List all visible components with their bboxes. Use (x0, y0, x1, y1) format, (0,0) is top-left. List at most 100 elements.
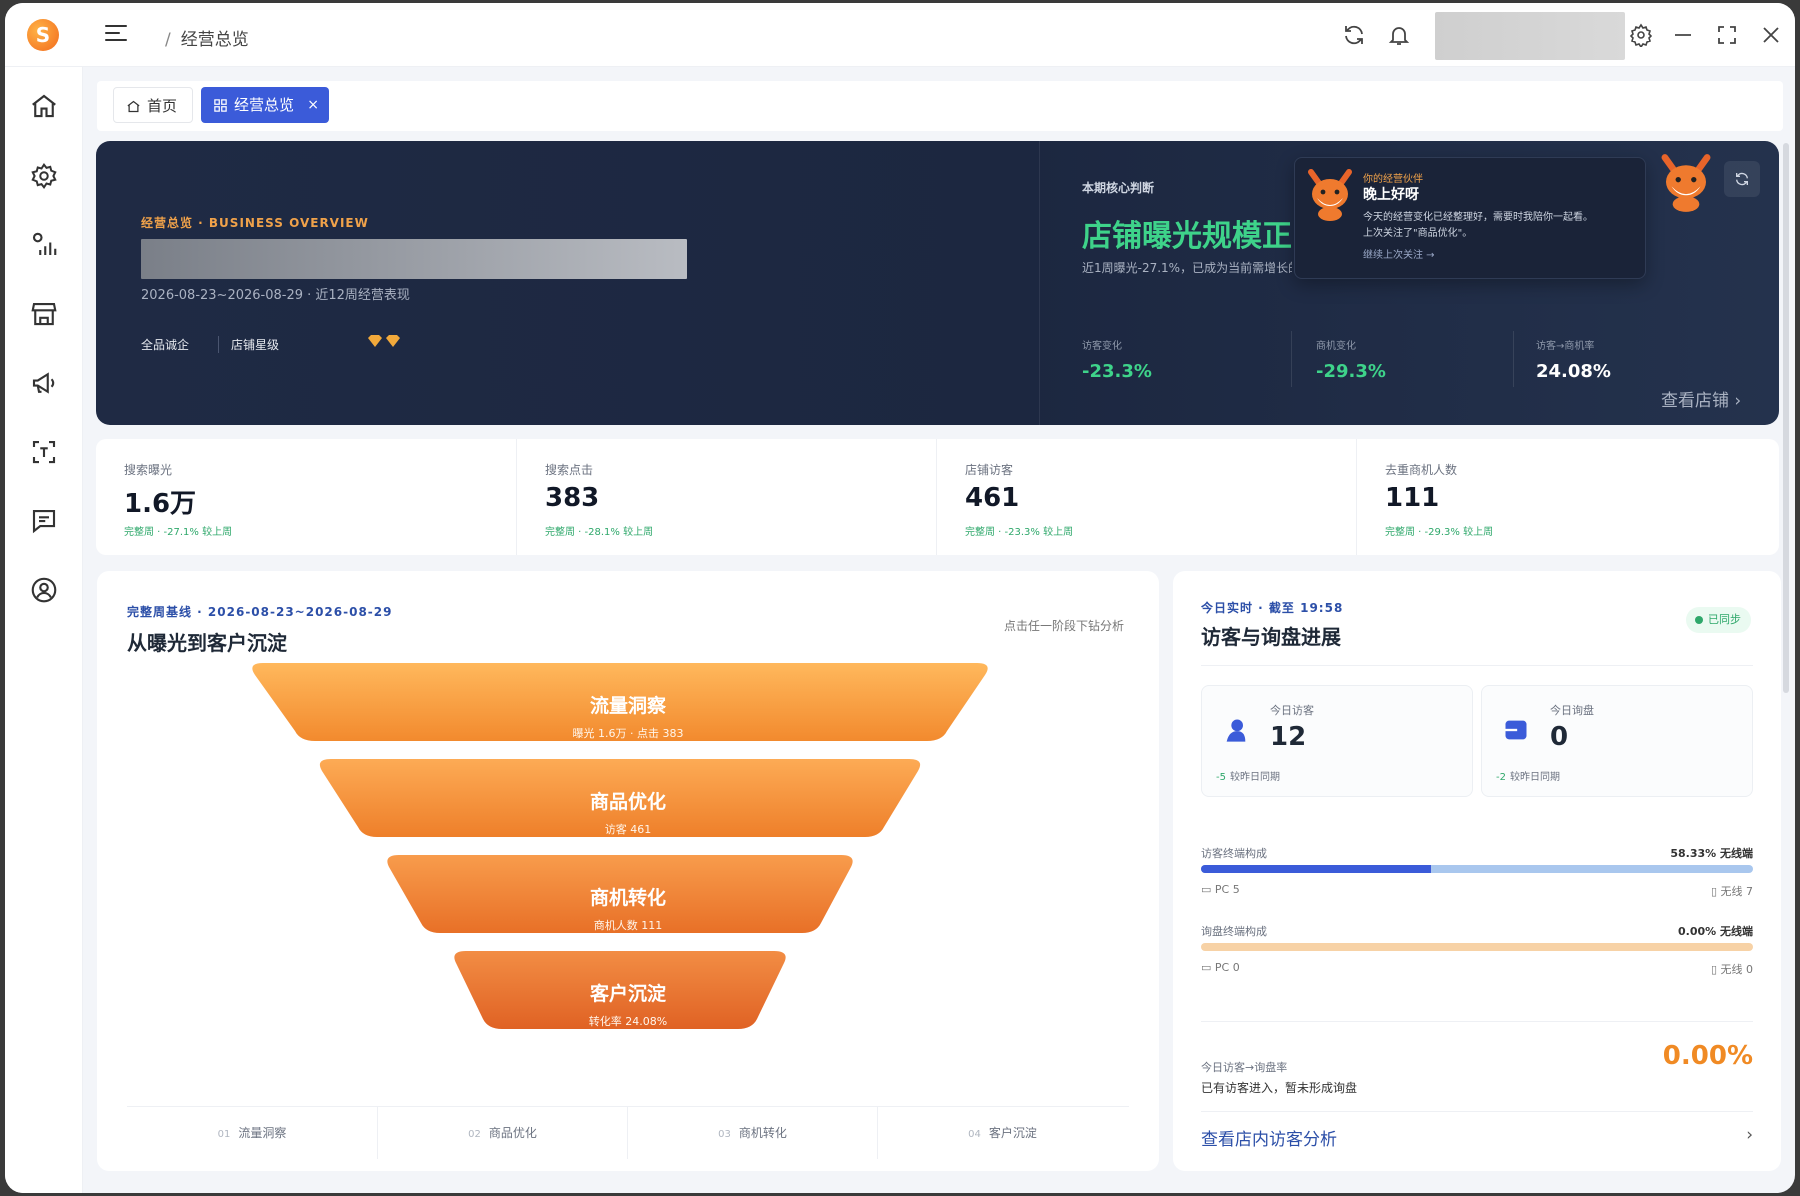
visitor-analysis-link[interactable]: 查看店内访客分析 (1201, 1125, 1337, 1150)
page-scrollbar[interactable] (1783, 143, 1789, 693)
member-level-tag: 全品诚企 (141, 338, 190, 352)
kpi-label: 搜索点击 (545, 463, 594, 477)
assistant-bubble: 你的经营伙伴 晚上好呀 今天的经营变化已经整理好，需要时我陪你一起看。 上次关注… (1294, 157, 1646, 279)
tab-overview-label: 经营总览 (234, 96, 295, 114)
stage-title: 商品优化 (589, 791, 666, 813)
kpi-delta: 完整周 · -28.1% 较上周 (545, 527, 654, 538)
mini-label: 今日访客 (1270, 704, 1314, 717)
stage-title: 客户沉淀 (589, 983, 666, 1005)
hero-eyebrow: 经营总览 · BUSINESS OVERVIEW (141, 216, 369, 230)
bell-icon[interactable] (1387, 23, 1411, 47)
store-rating-label: 店铺星级 (218, 336, 279, 353)
metric-conversion-value: 24.08% (1536, 361, 1611, 382)
kpi-delta: 完整周 · -29.3% 较上周 (1385, 527, 1494, 538)
home-icon (127, 100, 140, 113)
kpi-label: 店铺访客 (965, 463, 1014, 477)
kpi-store-visitors[interactable]: 店铺访客 461 完整周 · -23.3% 较上周 (936, 439, 1356, 555)
kpi-search-exposure[interactable]: 搜索曝光 1.6万 完整周 · -27.1% 较上周 (96, 439, 516, 555)
tab-business-overview[interactable]: 经营总览 × (201, 87, 329, 123)
visitor-device-label: 访客终端构成 (1201, 847, 1267, 860)
metric-conversion-label: 访客→商机率 (1536, 341, 1595, 352)
chevron-right-icon[interactable]: › (1746, 1125, 1753, 1145)
metric-lead-change-value: -29.3% (1316, 361, 1386, 382)
kpi-value: 383 (545, 483, 600, 513)
mini-value: 0 (1550, 722, 1569, 752)
menu-toggle-icon[interactable] (105, 25, 127, 45)
visitor-card-title: 访客与询盘进展 (1201, 625, 1341, 649)
refresh-icon (1736, 172, 1748, 186)
user-account-redacted[interactable] (1435, 12, 1625, 60)
visitor-icon (1226, 719, 1246, 742)
mini-value: 12 (1270, 722, 1307, 752)
close-tab-icon[interactable]: × (307, 87, 319, 123)
close-window-icon[interactable] (1759, 23, 1783, 47)
realtime-eyebrow: 今日实时 · 截至 19:58 (1201, 601, 1344, 615)
bubble-tag: 你的经营伙伴 (1363, 174, 1423, 185)
title-bar: S / 经营总览 (5, 3, 1795, 67)
tab-home-label: 首页 (147, 97, 178, 115)
kpi-unique-leads[interactable]: 去重商机人数 111 完整周 · -29.3% 较上周 (1356, 439, 1776, 555)
today-inquiries-card[interactable]: 今日询盘 0 -2 较昨日同期 (1481, 685, 1753, 797)
gear-icon[interactable] (29, 161, 59, 191)
stage-subtitle: 访客 461 (604, 823, 652, 836)
diamond-rating-icon (368, 335, 400, 347)
fox-mascot-icon (1661, 154, 1711, 212)
maximize-icon[interactable] (1715, 23, 1739, 47)
visitor-progress-card: 今日实时 · 截至 19:58 访客与询盘进展 已同步 今日访客 12 -5 较昨… (1173, 571, 1781, 1171)
metric-lead-change-label: 商机变化 (1316, 341, 1356, 352)
core-description: 近1周曝光-27.1%，已成为当前需增长的首要问题 (1082, 261, 1292, 275)
store-icon[interactable] (29, 299, 59, 329)
step-lead[interactable]: 03 商机转化 (627, 1107, 877, 1159)
visitor-mobile-count: ▯ 无线 7 (1710, 885, 1753, 898)
home-icon[interactable] (29, 91, 59, 121)
breadcrumb: / 经营总览 (165, 30, 249, 50)
funnel-card: 完整周基线 · 2026-08-23~2026-08-29 从曝光到客户沉淀 点… (97, 571, 1159, 1171)
scan-text-icon[interactable] (29, 437, 59, 467)
step-product[interactable]: 02 商品优化 (377, 1107, 627, 1159)
settings-icon[interactable] (1629, 23, 1653, 47)
mini-delta: -5 较昨日同期 (1216, 772, 1280, 783)
kpi-value: 111 (1385, 483, 1440, 513)
stage-subtitle: 曝光 1.6万 · 点击 383 (572, 727, 684, 740)
breadcrumb-current: 经营总览 (180, 30, 249, 50)
bubble-continue-link[interactable]: 继续上次关注 → (1363, 246, 1435, 261)
step-customer[interactable]: 04 客户沉淀 (877, 1107, 1127, 1159)
user-icon[interactable] (29, 575, 59, 605)
kpi-delta: 完整周 · -23.3% 较上周 (965, 527, 1074, 538)
bubble-greeting: 晚上好呀 (1363, 187, 1419, 203)
grid-icon (214, 99, 227, 112)
app-window: S / 经营总览 首页 经营总览 × 经营总览 · BUSINESS OVERV… (5, 3, 1795, 1193)
stage-subtitle: 转化率 24.08% (588, 1015, 668, 1028)
megaphone-icon[interactable] (29, 368, 59, 398)
metric-visitor-change-value: -23.3% (1082, 361, 1152, 382)
stage-title: 流量洞察 (589, 695, 666, 717)
visitor-device-bar (1201, 865, 1753, 873)
stage-title: 商机转化 (589, 887, 666, 909)
app-logo: S (27, 19, 59, 51)
analytics-icon[interactable] (29, 230, 59, 260)
today-visitors-card[interactable]: 今日访客 12 -5 较昨日同期 (1201, 685, 1473, 797)
inquiry-mobile-count: ▯ 无线 0 (1710, 963, 1753, 976)
inquiry-pc-count: ▭ PC 0 (1201, 961, 1240, 974)
tab-bar: 首页 经营总览 × (97, 81, 1783, 131)
inquiry-rate-desc: 已有访客进入，暂未形成询盘 (1201, 1081, 1358, 1095)
hero-refresh-button[interactable] (1724, 161, 1760, 197)
kpi-value: 461 (965, 483, 1020, 513)
minimize-icon[interactable] (1671, 23, 1695, 47)
kpi-search-clicks[interactable]: 搜索点击 383 完整周 · -28.1% 较上周 (516, 439, 936, 555)
mini-label: 今日询盘 (1550, 704, 1594, 717)
view-store-link[interactable]: 查看店铺 › (1661, 386, 1741, 411)
kpi-label: 搜索曝光 (124, 463, 173, 477)
bubble-line-2: 上次关注了"商品优化"。 (1363, 228, 1473, 239)
inquiry-device-share: 0.00% 无线端 (1678, 925, 1753, 938)
message-icon[interactable] (29, 506, 59, 536)
core-headline: 店铺曝光规模正在下降 (1082, 219, 1292, 254)
refresh-icon[interactable] (1342, 23, 1366, 47)
kpi-row: 搜索曝光 1.6万 完整周 · -27.1% 较上周 搜索点击 383 完整周 … (96, 439, 1779, 555)
store-name-redacted (141, 239, 687, 279)
kpi-value: 1.6万 (124, 489, 197, 519)
tab-home[interactable]: 首页 (113, 87, 193, 123)
core-judgement-label: 本期核心判断 (1082, 181, 1155, 195)
step-traffic[interactable]: 01 流量洞察 (127, 1107, 377, 1159)
hero-date-range: 2026-08-23~2026-08-29 · 近12周经营表现 (141, 288, 410, 303)
